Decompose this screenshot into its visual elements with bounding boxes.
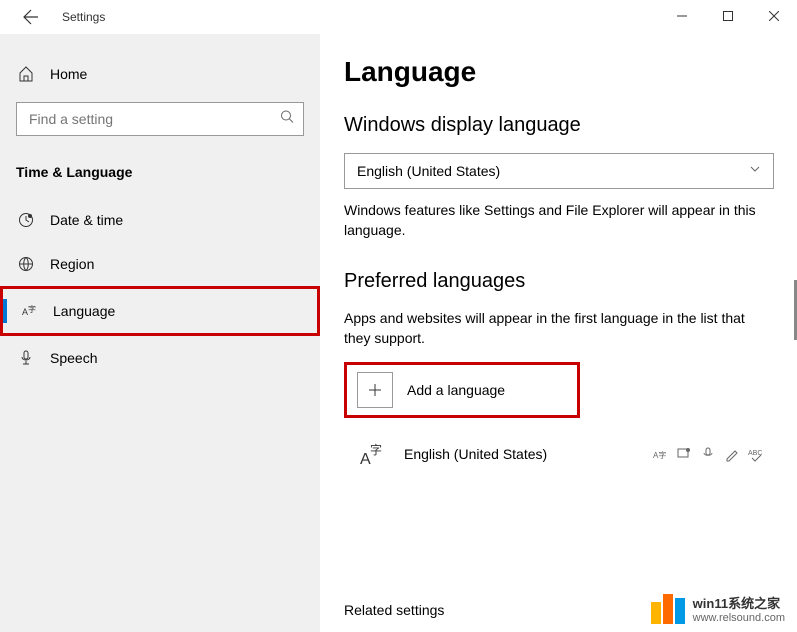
svg-text:字: 字 (370, 442, 382, 457)
back-arrow-icon (23, 9, 39, 25)
watermark: win11系统之家 www.relsound.com (651, 593, 785, 624)
search-input[interactable] (16, 102, 304, 136)
spellcheck-feature-icon: ABC (748, 446, 764, 462)
display-lang-description: Windows features like Settings and File … (344, 201, 764, 240)
maximize-icon (723, 11, 733, 21)
home-label: Home (50, 66, 87, 82)
window-title: Settings (62, 10, 105, 24)
handwriting-feature-icon (724, 446, 740, 462)
main-content: Language Windows display language Englis… (320, 34, 797, 632)
minimize-icon (677, 11, 687, 21)
minimize-button[interactable] (659, 0, 705, 32)
search-icon (280, 110, 294, 129)
plus-icon (357, 372, 393, 408)
clock-icon (16, 212, 36, 228)
sidebar: Home Time & Language Date & time Region (0, 34, 320, 632)
language-list-item[interactable]: A字 English (United States) A字 ABC (344, 426, 774, 482)
sidebar-item-label: Date & time (50, 212, 123, 228)
tts-feature-icon (676, 446, 692, 462)
sidebar-item-label: Language (53, 303, 115, 319)
watermark-brand: win11系统之家 (693, 593, 785, 612)
lang-char-icon: A字 (19, 303, 39, 319)
preferred-lang-heading: Preferred languages (344, 270, 797, 293)
display-lang-heading: Windows display language (344, 114, 797, 137)
sidebar-item-language[interactable]: A字 Language (0, 286, 320, 336)
mic-icon (16, 350, 36, 366)
display-lang-feature-icon: A字 (652, 446, 668, 462)
watermark-logo-icon (651, 594, 685, 624)
category-header: Time & Language (0, 156, 320, 198)
lang-char-icon: A字 (354, 436, 390, 472)
maximize-button[interactable] (705, 0, 751, 32)
sidebar-item-datetime[interactable]: Date & time (0, 198, 320, 242)
page-title: Language (344, 56, 797, 88)
home-icon (16, 66, 36, 82)
home-nav-item[interactable]: Home (0, 56, 320, 92)
chevron-down-icon (749, 162, 761, 180)
add-language-label: Add a language (407, 382, 505, 398)
language-features: A字 ABC (652, 446, 764, 462)
svg-text:A字: A字 (653, 450, 666, 460)
close-button[interactable] (751, 0, 797, 32)
display-language-dropdown[interactable]: English (United States) (344, 153, 774, 189)
svg-text:字: 字 (28, 304, 36, 314)
watermark-url: www.relsound.com (693, 612, 785, 624)
speech-feature-icon (700, 446, 716, 462)
sidebar-item-label: Speech (50, 350, 97, 366)
sidebar-item-speech[interactable]: Speech (0, 336, 320, 380)
add-language-button[interactable]: Add a language (344, 362, 580, 418)
back-button[interactable] (14, 0, 48, 34)
language-name: English (United States) (404, 446, 652, 462)
sidebar-item-region[interactable]: Region (0, 242, 320, 286)
dropdown-selected: English (United States) (357, 163, 500, 179)
preferred-lang-description: Apps and websites will appear in the fir… (344, 309, 764, 348)
close-icon (769, 11, 779, 21)
sidebar-item-label: Region (50, 256, 94, 272)
globe-icon (16, 256, 36, 272)
